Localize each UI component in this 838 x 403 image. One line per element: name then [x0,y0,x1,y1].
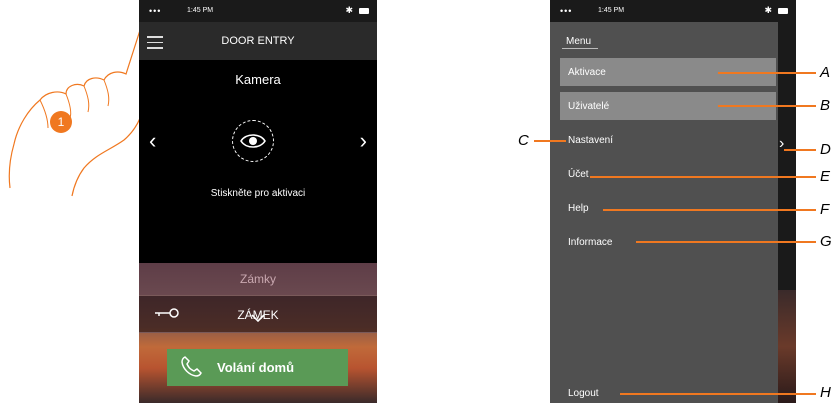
callout-label-g: G [820,233,832,250]
side-menu-drawer: Menu Aktivace Uživatelé Nastavení Účet H… [550,22,778,403]
prev-camera-arrow[interactable]: ‹ [149,130,156,152]
next-camera-arrow[interactable]: › [360,130,367,152]
battery-icon [359,8,369,14]
callout-label-e: E [820,168,831,185]
status-time: 1:45 PM [598,7,625,14]
expand-chevron-icon[interactable] [139,309,377,327]
menu-item-ucet[interactable]: Účet [560,160,776,188]
dimmed-background [778,290,796,403]
menu-item-help[interactable]: Help [560,194,776,222]
callout-line-d [784,149,816,151]
left-phone-screen: ••• 1:45 PM ✱ DOOR ENTRY Kamera ‹ › Stis… [139,0,377,403]
signal-icon: ••• [560,6,573,16]
app-bar: DOOR ENTRY [139,22,377,60]
battery-icon [778,8,788,14]
callout-label-h: H [820,384,831,401]
callout-line-e [590,176,816,178]
callout-line-c [534,140,566,142]
status-bar: ••• 1:45 PM ✱ [550,0,796,22]
bluetooth-icon: ✱ [764,5,772,15]
callout-line-b [718,105,816,107]
bluetooth-icon: ✱ [345,5,353,15]
app-title: DOOR ENTRY [221,35,295,47]
step-badge: 1 [50,111,72,133]
menu-title: Menu [562,36,598,49]
call-home-label: Volání domů [217,360,295,375]
callout-label-c: C [518,132,529,149]
logout-button[interactable]: Logout [568,388,599,399]
camera-caption: Stiskněte pro aktivaci [210,188,306,199]
activate-camera-button[interactable] [232,120,274,162]
callout-label-d: D [820,141,831,158]
menu-item-nastaveni[interactable]: Nastavení [560,126,776,154]
right-phone-screen: ••• 1:45 PM ✱ › Menu Aktivace Uživatelé … [550,0,796,403]
callout-label-b: B [820,97,831,114]
locks-section-title: Zámky [240,272,276,286]
phone-icon [181,356,202,377]
callout-line-h [620,393,816,395]
callout-label-f: F [820,201,830,218]
camera-title: Kamera [235,72,281,87]
eye-icon [240,134,266,148]
callout-label-a: A [820,64,831,81]
callout-line-a [718,72,816,74]
call-home-button[interactable]: Volání domů [167,349,348,386]
status-time: 1:45 PM [187,7,214,14]
callout-line-g [636,241,816,243]
status-bar: ••• 1:45 PM ✱ [139,0,377,22]
signal-icon: ••• [149,6,162,16]
callout-line-f [603,209,816,211]
